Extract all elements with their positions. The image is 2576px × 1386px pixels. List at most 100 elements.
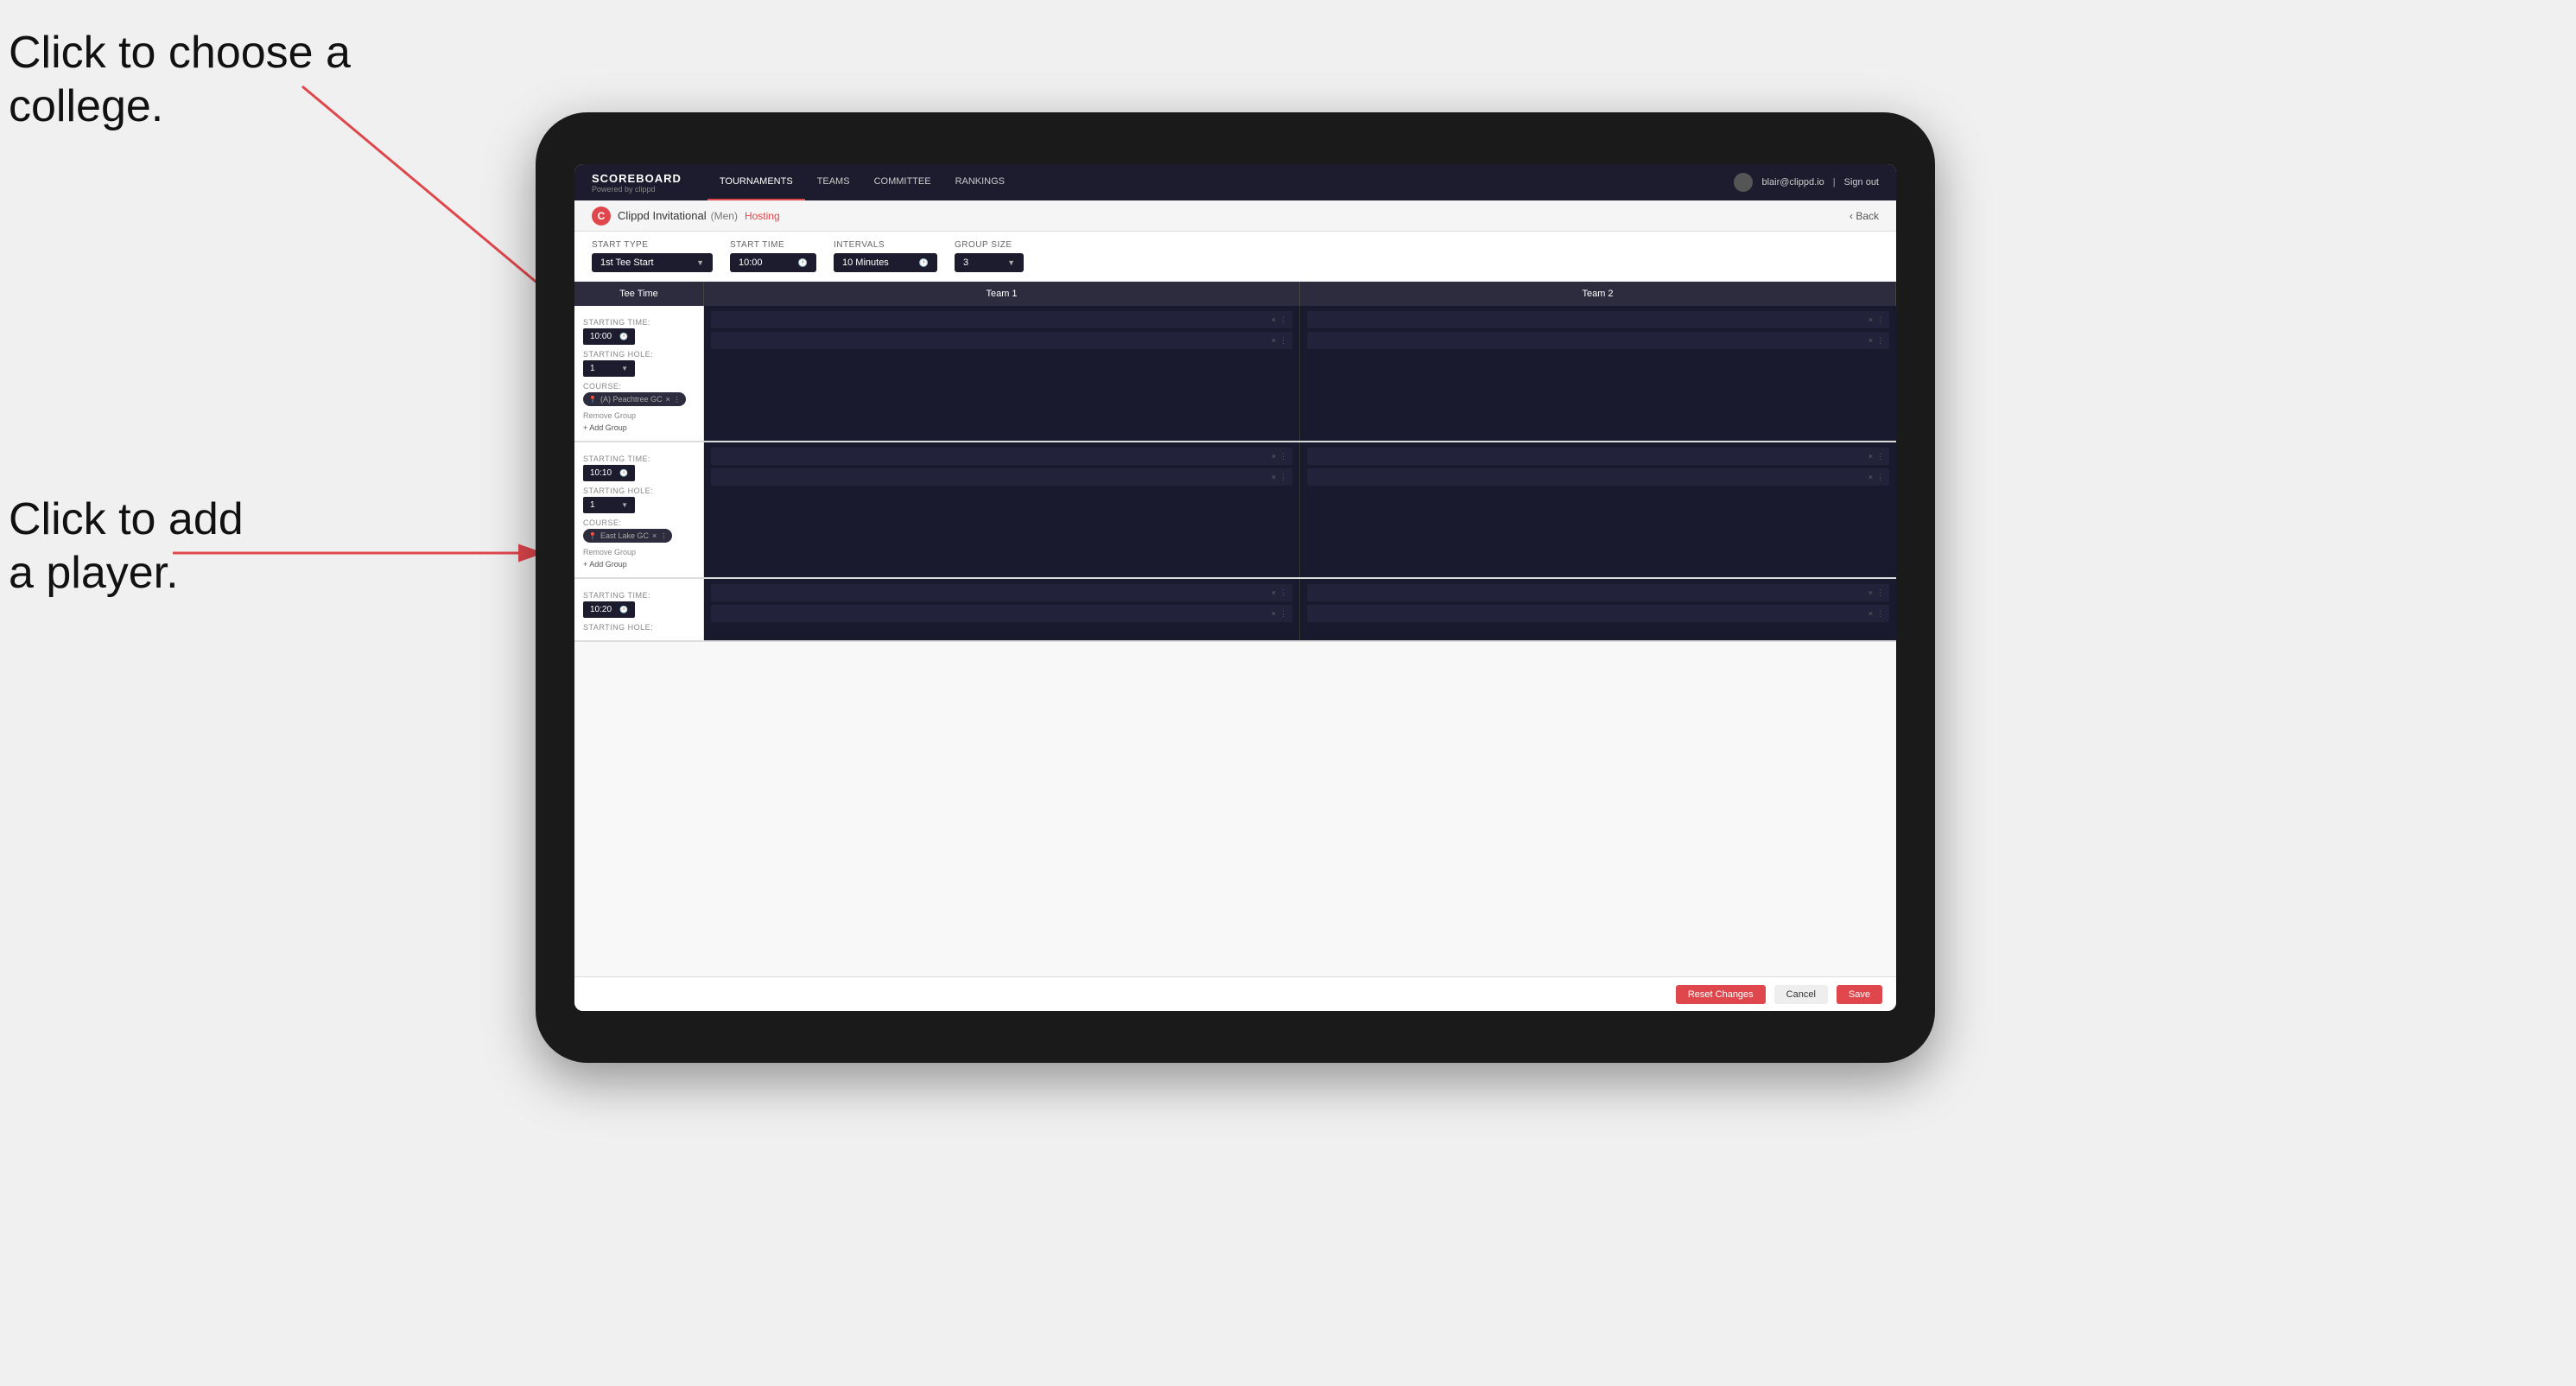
start-type-select[interactable]: 1st Tee Start ▼ [592,253,713,272]
group-1-start-time-input[interactable]: 10:00 🕐 [583,328,635,345]
group-2-start-time-input[interactable]: 10:10 🕐 [583,465,635,481]
group-1-left: STARTING TIME: 10:00 🕐 STARTING HOLE: 1 … [574,306,704,441]
player-row-2-1: × ⋮ [711,448,1292,465]
table-header: Tee Time Team 1 Team 2 [574,282,1896,306]
group-2-remove-group[interactable]: Remove Group [583,546,695,558]
group-2-hole-value: 1 [590,500,595,510]
clock-icon-5: 🕐 [619,606,628,614]
course-2-remove-icon[interactable]: × [652,531,657,540]
group-3-team2: × ⋮ × ⋮ [1300,579,1896,640]
player-1-1-chevron[interactable]: ⋮ [1279,315,1287,325]
player-1-4-remove[interactable]: × [1869,336,1873,345]
group-2-course-label: COURSE: [583,518,695,527]
back-button[interactable]: ‹ Back [1850,210,1879,222]
schedule-area: Tee Time Team 1 Team 2 STARTING TIME: 10… [574,282,1896,976]
player-3-3-chevron[interactable]: ⋮ [1876,588,1884,598]
player-3-2-remove[interactable]: × [1272,609,1276,618]
group-size-select[interactable]: 3 ▼ [955,253,1024,272]
annotation-text-2a: Click to add [9,494,244,544]
player-1-2-remove[interactable]: × [1272,336,1276,345]
group-row-2: STARTING TIME: 10:10 🕐 STARTING HOLE: 1 … [574,442,1896,579]
start-type-label: Start Type [592,240,713,250]
player-2-2-remove[interactable]: × [1272,473,1276,481]
user-email: blair@clippd.io [1761,177,1824,188]
save-button[interactable]: Save [1837,985,1882,1004]
group-3-team1: × ⋮ × ⋮ [704,579,1300,640]
player-3-1-remove[interactable]: × [1272,588,1276,597]
nav-links: TOURNAMENTS TEAMS COMMITTEE RANKINGS [707,164,1735,200]
group-1-hole-label: STARTING HOLE: [583,350,695,359]
avatar [1734,173,1753,192]
player-2-1-remove[interactable]: × [1272,452,1276,461]
player-3-2-chevron[interactable]: ⋮ [1279,609,1287,619]
start-time-input[interactable]: 10:00 🕐 [730,253,816,272]
player-2-4-chevron[interactable]: ⋮ [1876,473,1884,482]
course-2-edit-icon[interactable]: ⋮ [660,532,667,540]
sign-out-link[interactable]: Sign out [1844,177,1879,188]
col-team2: Team 2 [1300,282,1896,306]
player-3-3-remove[interactable]: × [1869,588,1873,597]
chevron-down-icon-3: ▼ [621,365,628,372]
group-2-left: STARTING TIME: 10:10 🕐 STARTING HOLE: 1 … [574,442,704,577]
player-row-3-2: × ⋮ [711,605,1292,622]
player-1-2-chevron[interactable]: ⋮ [1279,336,1287,346]
hosting-label: Hosting [745,210,780,222]
chevron-down-icon-4: ▼ [621,501,628,509]
nav-link-committee[interactable]: COMMITTEE [862,164,943,200]
course-remove-icon[interactable]: × [666,395,670,404]
start-type-group: Start Type 1st Tee Start ▼ [592,240,713,272]
player-2-1-chevron[interactable]: ⋮ [1279,452,1287,461]
player-row-1-3: × ⋮ [1307,311,1889,328]
player-row-2-2: × ⋮ [711,468,1292,486]
intervals-select[interactable]: 10 Minutes 🕐 [834,253,937,272]
player-1-4-chevron[interactable]: ⋮ [1876,336,1884,346]
player-2-3-chevron[interactable]: ⋮ [1876,452,1884,461]
player-2-4-remove[interactable]: × [1869,473,1873,481]
reset-changes-button[interactable]: Reset Changes [1676,985,1766,1004]
annotation-text-2b: a player. [9,548,179,598]
group-2-hole-select[interactable]: 1 ▼ [583,497,635,513]
group-2-add-group[interactable]: + Add Group [583,558,695,570]
group-3-start-time-input[interactable]: 10:20 🕐 [583,601,635,618]
player-row-1-4: × ⋮ [1307,332,1889,349]
player-3-1-chevron[interactable]: ⋮ [1279,588,1287,598]
group-size-group: Group Size 3 ▼ [955,240,1024,272]
tournament-title: Clippd Invitational [618,209,707,222]
group-1-course-tag[interactable]: 📍 (A) Peachtree GC × ⋮ [583,392,686,406]
player-1-1-remove[interactable]: × [1272,315,1276,324]
controls-row: Start Type 1st Tee Start ▼ Start Time 10… [574,232,1896,282]
player-3-4-remove[interactable]: × [1869,609,1873,618]
nav-link-rankings[interactable]: RANKINGS [943,164,1017,200]
group-1-remove-group[interactable]: Remove Group [583,410,695,422]
course-edit-icon[interactable]: ⋮ [674,396,681,404]
player-2-2-chevron[interactable]: ⋮ [1279,473,1287,482]
nav-link-teams[interactable]: TEAMS [805,164,862,200]
player-1-3-remove[interactable]: × [1869,315,1873,324]
tablet-screen: SCOREBOARD Powered by clippd TOURNAMENTS… [574,164,1896,1011]
col-tee-time: Tee Time [574,282,704,306]
start-time-group: Start Time 10:00 🕐 [730,240,816,272]
player-3-4-chevron[interactable]: ⋮ [1876,609,1884,619]
group-1-start-time-label: STARTING TIME: [583,318,695,327]
tournament-gender: (Men) [711,210,738,222]
chevron-down-icon-2: ▼ [1007,258,1015,267]
group-1-add-group[interactable]: + Add Group [583,422,695,434]
group-row-1: STARTING TIME: 10:00 🕐 STARTING HOLE: 1 … [574,306,1896,442]
sub-header: C Clippd Invitational (Men) Hosting ‹ Ba… [574,200,1896,232]
intervals-value: 10 Minutes [842,257,889,268]
group-2-course-tag[interactable]: 📍 East Lake GC × ⋮ [583,529,672,543]
nav-link-tournaments[interactable]: TOURNAMENTS [707,164,805,200]
start-time-label: Start Time [730,240,816,250]
group-1-start-time-value: 10:00 [590,332,612,341]
brand-logo: C [592,207,611,226]
annotation-text-1a: Click to choose a [9,28,351,78]
nav-bar: SCOREBOARD Powered by clippd TOURNAMENTS… [574,164,1896,200]
cancel-button[interactable]: Cancel [1774,985,1828,1004]
group-1-hole-select[interactable]: 1 ▼ [583,360,635,377]
player-row-1-2: × ⋮ [711,332,1292,349]
annotation-choose-college: Click to choose a college. [9,26,351,134]
clock-icon-3: 🕐 [619,333,628,340]
player-1-3-chevron[interactable]: ⋮ [1876,315,1884,325]
tablet-frame: SCOREBOARD Powered by clippd TOURNAMENTS… [536,112,1935,1063]
player-2-3-remove[interactable]: × [1869,452,1873,461]
